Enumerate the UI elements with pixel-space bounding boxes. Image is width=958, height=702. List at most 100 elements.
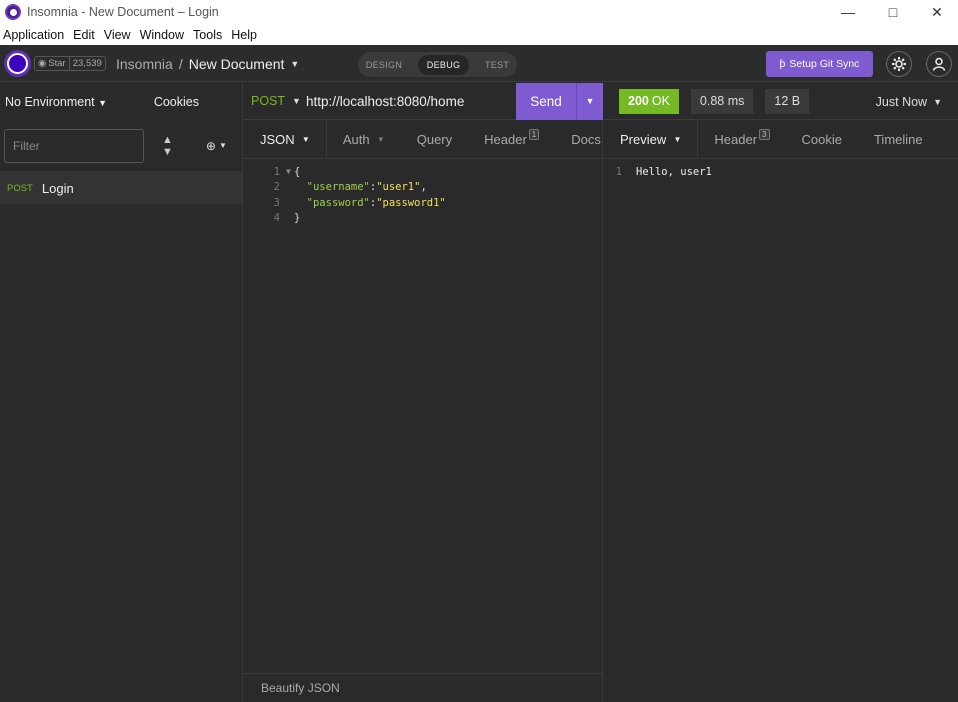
account-button[interactable] [926, 51, 952, 77]
tab-docs[interactable]: Docs [555, 120, 602, 158]
git-sync-label: Setup Git Sync [789, 58, 860, 70]
tab-response-header[interactable]: Header 3 [698, 120, 785, 158]
app-icon [5, 4, 21, 20]
tab-cookie[interactable]: Cookie [786, 120, 858, 158]
code-line: 1 Hello, user1 [604, 164, 958, 180]
tab-docs-label: Docs [571, 131, 601, 147]
request-name: Login [41, 180, 74, 196]
code-line: 4 } [244, 211, 602, 227]
window-title: Insomnia - New Document – Login [27, 5, 219, 19]
window-titlebar: Insomnia - New Document – Login — □ ✕ [0, 0, 958, 24]
menu-bar: Application Edit View Window Tools Help [0, 24, 958, 45]
tab-preview-label: Preview [620, 131, 667, 147]
chevron-down-icon: ▼ [218, 141, 227, 150]
tab-timeline-label: Timeline [873, 131, 923, 147]
chevron-down-icon[interactable]: ▼ [290, 59, 299, 69]
breadcrumb-separator: / [178, 56, 183, 72]
environment-selector[interactable]: No Environment ▼ [5, 95, 107, 109]
star-count: 23,539 [72, 58, 102, 69]
mode-debug[interactable]: DEBUG [417, 54, 470, 75]
menu-edit[interactable]: Edit [70, 28, 99, 42]
chevron-down-icon: ▼ [673, 134, 682, 144]
app-header: ◉ Star 23,539 Insomnia / New Document ▼ D… [0, 45, 958, 82]
mode-design[interactable]: DESIGN [366, 60, 402, 70]
request-tabs: JSON ▼ Auth ▼ Query Header 1 Docs [244, 120, 602, 159]
github-star-badge[interactable]: ◉ Star 23,539 [34, 56, 106, 71]
tab-header[interactable]: Header 1 [468, 120, 555, 158]
setup-git-sync-button[interactable]: ƥ Setup Git Sync [766, 51, 873, 77]
fold-icon[interactable]: ▼ [286, 167, 294, 176]
send-button[interactable]: Send [516, 94, 576, 109]
minimize-icon[interactable]: — [825, 0, 871, 24]
line-number: 4 [273, 212, 280, 225]
environment-row: No Environment ▼ Cookies [0, 83, 242, 120]
insomnia-logo[interactable] [4, 50, 31, 77]
json-value: "user1" [376, 181, 421, 194]
sort-icon[interactable]: ▲ ▼ [162, 134, 173, 158]
json-comma: , [420, 181, 427, 194]
maximize-icon[interactable]: □ [870, 0, 916, 24]
beautify-json-button[interactable]: Beautify JSON [244, 673, 603, 702]
send-button-group: Send ▼ [516, 83, 603, 120]
tab-query-label: Query [416, 131, 453, 147]
code-line: 3 "password":"password1" [244, 195, 602, 211]
tab-query[interactable]: Query [401, 120, 468, 158]
mode-switcher: DESIGN DEBUG TEST [358, 52, 517, 77]
menu-window[interactable]: Window [137, 28, 188, 42]
json-editor[interactable]: 1 ▼ { 2 "username":"user1", 3 "password"… [244, 159, 602, 226]
user-icon [932, 57, 946, 71]
chevron-down-icon[interactable]: ▼ [292, 96, 301, 106]
tab-response-header-label: Header [714, 131, 758, 147]
url-input[interactable]: http://localhost:8080/home [306, 94, 464, 109]
response-tabs: Preview ▼ Header 3 Cookie Timeline [604, 120, 958, 159]
status-text: OK [651, 94, 670, 108]
sidebar: No Environment ▼ Cookies Filter ▲ ▼ ⊕ ▼ PO… [0, 83, 243, 702]
response-pane: 200 OK 0.88 ms 12 B Just Now ▼ Preview ▼ H… [604, 83, 958, 702]
breadcrumb-current[interactable]: New Document [189, 56, 285, 72]
add-request-button[interactable]: ⊕ ▼ [206, 139, 227, 153]
menu-view[interactable]: View [101, 28, 135, 42]
breadcrumb: Insomnia / New Document ▼ [116, 56, 299, 72]
line-number: 1 [615, 165, 622, 178]
star-label: Star [48, 58, 66, 69]
environment-label: No Environment [5, 94, 95, 109]
tab-auth[interactable]: Auth ▼ [327, 120, 401, 158]
url-bar: POST ▼ http://localhost:8080/home Send ▼ [244, 83, 603, 120]
response-history-selector[interactable]: Just Now ▼ [876, 83, 942, 120]
chevron-down-icon: ▼ [933, 96, 942, 107]
request-pane: POST ▼ http://localhost:8080/home Send ▼… [244, 83, 603, 702]
tab-cookie-label: Cookie [801, 131, 842, 147]
cookies-button[interactable]: Cookies [154, 95, 199, 109]
git-branch-icon: ƥ [779, 58, 786, 70]
chevron-down-icon: ▼ [98, 97, 108, 108]
menu-tools[interactable]: Tools [190, 28, 226, 42]
tab-preview[interactable]: Preview ▼ [604, 120, 699, 158]
line-number: 1 [273, 165, 280, 178]
tab-json-label: JSON [260, 131, 295, 147]
tab-timeline[interactable]: Timeline [858, 120, 939, 158]
chevron-down-icon: ▼ [301, 134, 310, 144]
send-options-icon[interactable]: ▼ [576, 83, 603, 120]
response-body[interactable]: 1 Hello, user1 [604, 159, 958, 180]
tab-header-label: Header [484, 131, 527, 147]
mode-test[interactable]: TEST [485, 60, 509, 70]
settings-button[interactable] [886, 51, 912, 77]
line-number: 2 [273, 181, 280, 194]
response-size: 12 B [765, 88, 810, 114]
tab-auth-label: Auth [342, 131, 370, 147]
status-badge: 200 OK [619, 88, 679, 114]
response-time: 0.88 ms [690, 88, 754, 114]
close-icon[interactable]: ✕ [914, 0, 958, 24]
method-selector[interactable]: POST [251, 94, 285, 108]
menu-application[interactable]: Application [0, 28, 68, 42]
tab-json[interactable]: JSON ▼ [244, 120, 327, 158]
json-key: "username" [306, 181, 370, 194]
filter-input[interactable]: Filter [4, 128, 144, 163]
filter-row: Filter ▲ ▼ ⊕ ▼ [0, 120, 242, 172]
code-line: 1 ▼ { [244, 164, 602, 180]
request-item[interactable]: POST Login [0, 172, 242, 204]
gear-icon [892, 57, 906, 71]
response-header-count-badge: 3 [759, 128, 770, 140]
menu-help[interactable]: Help [228, 28, 261, 42]
breadcrumb-root[interactable]: Insomnia [116, 56, 173, 72]
